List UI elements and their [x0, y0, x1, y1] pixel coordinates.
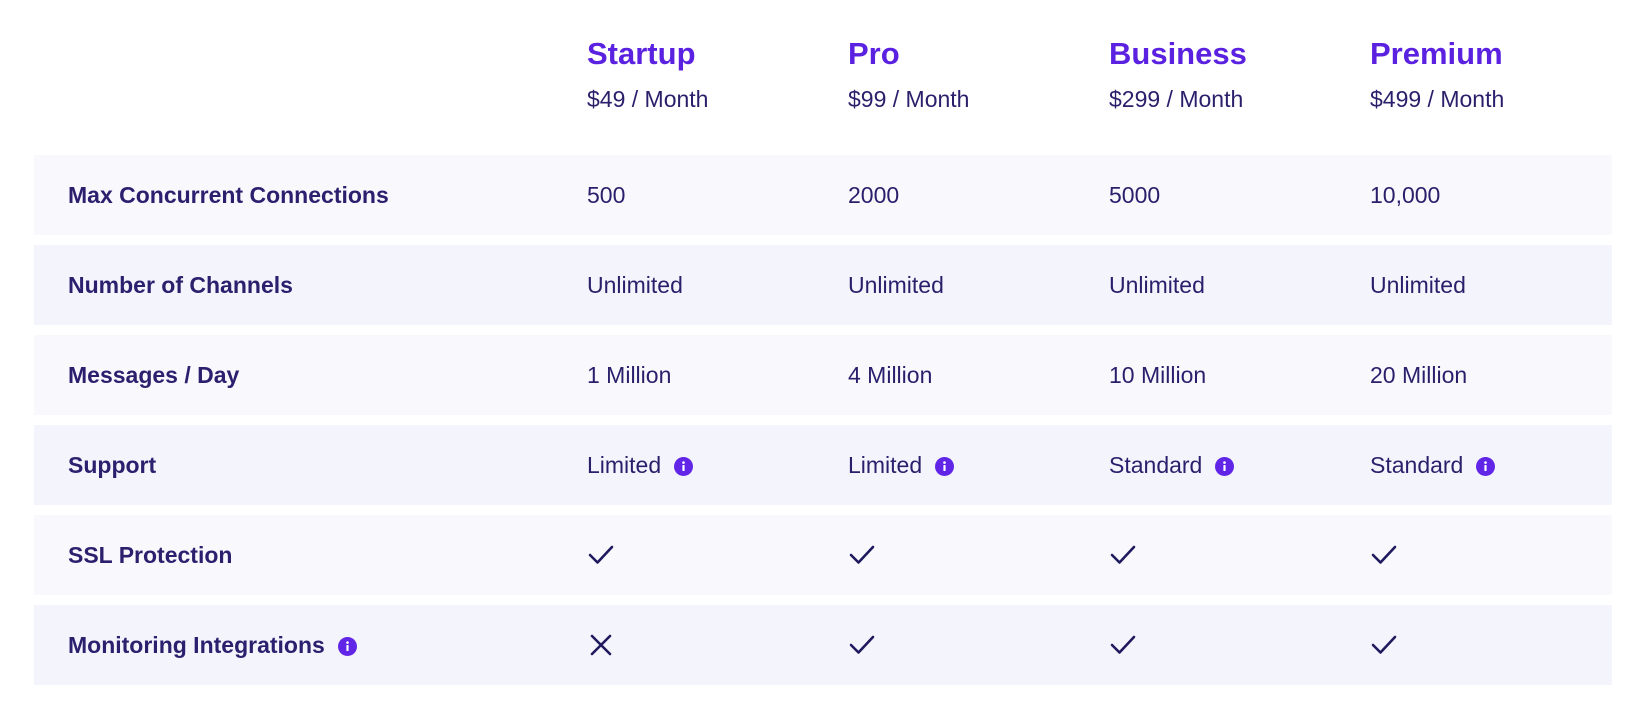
cell-premium — [1370, 631, 1398, 659]
check-icon — [1110, 545, 1136, 564]
cell-premium: Unlimited — [1370, 271, 1466, 298]
support-level: Limited — [848, 451, 923, 478]
cell-startup — [587, 541, 615, 569]
check-icon — [1110, 635, 1136, 654]
feature-label: Number of Channels — [68, 272, 293, 299]
feature-label: Support — [68, 452, 156, 479]
info-icon[interactable] — [337, 636, 357, 656]
plan-name: Pro — [848, 36, 900, 71]
plan-name: Premium — [1370, 36, 1503, 71]
info-icon[interactable] — [1476, 456, 1496, 476]
support-level: Limited — [587, 451, 662, 478]
support-level: Standard — [1370, 451, 1464, 478]
cell-pro: 4 Million — [848, 361, 933, 388]
table-row: Messages / Day 1 Million 4 Million 10 Mi… — [34, 335, 1612, 415]
feature-label-text: SSL Protection — [68, 541, 233, 568]
check-icon — [588, 545, 614, 564]
cell-pro: 2000 — [848, 181, 900, 208]
table-row: Support Limited Limited Standard Standar… — [34, 425, 1612, 505]
cell-premium: 20 Million — [1370, 361, 1468, 388]
cross-icon — [590, 634, 612, 656]
table-row: Monitoring Integrations — [34, 605, 1612, 685]
cell-business: Unlimited — [1109, 271, 1205, 298]
check-icon — [1371, 545, 1397, 564]
cell-business — [1109, 541, 1137, 569]
feature-table: Max Concurrent Connections 500 2000 5000… — [34, 155, 1612, 695]
plan-price: $49 / Month — [587, 86, 709, 112]
feature-label-text: Monitoring Integrations — [68, 631, 325, 658]
cell-business — [1109, 631, 1137, 659]
cell-startup — [587, 631, 615, 659]
check-icon — [849, 545, 875, 564]
check-icon — [1371, 635, 1397, 654]
feature-label: Monitoring Integrations — [68, 632, 357, 659]
feature-label: Max Concurrent Connections — [68, 182, 389, 209]
cell-pro: Unlimited — [848, 271, 944, 298]
plan-price: $299 / Month — [1109, 86, 1244, 112]
feature-label: Messages / Day — [68, 362, 239, 389]
cell-business: 10 Million — [1109, 361, 1207, 388]
cell-pro: Limited — [848, 451, 955, 479]
feature-label-text: Messages / Day — [68, 361, 240, 388]
feature-label: SSL Protection — [68, 542, 232, 569]
cell-business: 5000 — [1109, 181, 1161, 208]
plan-pro: Pro $99 / Month — [848, 34, 969, 114]
support-level: Standard — [1109, 451, 1203, 478]
cell-startup: 500 — [587, 181, 626, 208]
feature-label-text: Max Concurrent Connections — [68, 181, 389, 208]
plan-price: $499 / Month — [1370, 86, 1505, 112]
cell-pro — [848, 541, 876, 569]
cell-startup: 1 Million — [587, 361, 672, 388]
plan-name: Startup — [587, 36, 696, 71]
table-row: Number of Channels Unlimited Unlimited U… — [34, 245, 1612, 325]
cell-pro — [848, 631, 876, 659]
cell-premium: 10,000 — [1370, 181, 1441, 208]
cell-startup: Unlimited — [587, 271, 683, 298]
info-icon[interactable] — [674, 456, 694, 476]
cell-premium — [1370, 541, 1398, 569]
cell-business: Standard — [1109, 451, 1235, 479]
plan-name: Business — [1109, 36, 1247, 71]
table-row: Max Concurrent Connections 500 2000 5000… — [34, 155, 1612, 235]
plan-price: $99 / Month — [848, 86, 970, 112]
check-icon — [849, 635, 875, 654]
feature-label-text: Number of Channels — [68, 271, 293, 298]
feature-label-text: Support — [68, 451, 157, 478]
info-icon[interactable] — [1215, 456, 1235, 476]
info-icon[interactable] — [935, 456, 955, 476]
plan-startup: Startup $49 / Month — [587, 34, 708, 114]
plan-premium: Premium $499 / Month — [1370, 34, 1504, 114]
plan-header: Startup $49 / Month Pro $99 / Month Busi… — [0, 0, 1626, 150]
table-row: SSL Protection — [34, 515, 1612, 595]
cell-startup: Limited — [587, 451, 694, 479]
cell-premium: Standard — [1370, 451, 1496, 479]
plan-business: Business $299 / Month — [1109, 34, 1247, 114]
